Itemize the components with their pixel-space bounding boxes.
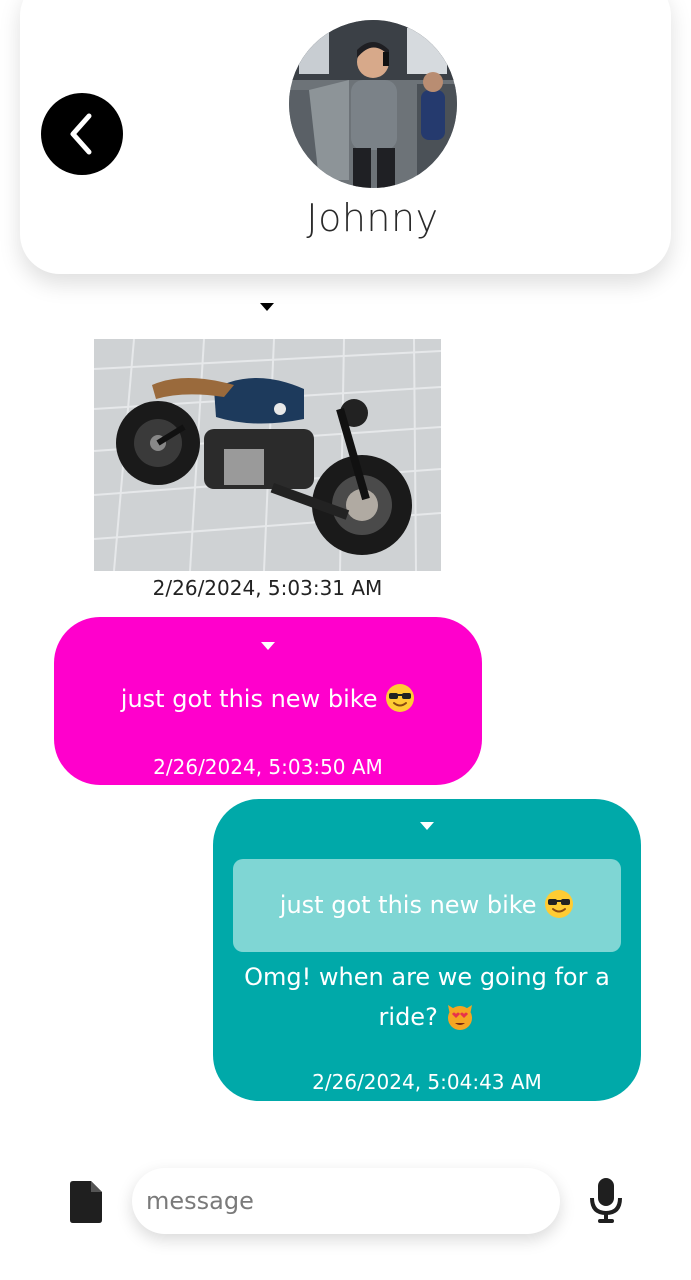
contact-name: Johnny — [306, 196, 439, 240]
image-message[interactable] — [94, 339, 441, 571]
timestamp: 2/26/2024, 5:03:50 AM — [153, 755, 383, 779]
back-button[interactable] — [41, 93, 123, 175]
message-text: just got this new bike — [54, 683, 482, 713]
caret-down-icon[interactable] — [420, 822, 434, 830]
sunglasses-emoji-icon — [386, 684, 415, 712]
message-text: Omg! when are we going for a ride? — [244, 963, 610, 1031]
message-bubble-sent[interactable]: just got this new bike Omg! when are we … — [213, 799, 641, 1101]
chat-header: Johnny — [20, 0, 671, 274]
message-bubble-received[interactable]: just got this new bike 2/26/2024, 5:03:5… — [54, 617, 482, 785]
microphone-icon — [590, 1178, 622, 1223]
microphone-button[interactable] — [589, 1178, 623, 1224]
avatar[interactable] — [289, 20, 457, 188]
message-input-container — [132, 1168, 560, 1234]
caret-down-icon[interactable] — [260, 303, 274, 311]
timestamp: 2/26/2024, 5:03:31 AM — [152, 576, 383, 600]
message-input[interactable] — [132, 1168, 560, 1234]
quoted-message[interactable]: just got this new bike — [233, 859, 621, 952]
sunglasses-emoji-icon — [545, 890, 574, 918]
caret-down-icon[interactable] — [261, 642, 275, 650]
chevron-left-icon — [70, 113, 92, 155]
timestamp: 2/26/2024, 5:04:43 AM — [312, 1070, 542, 1094]
attach-file-button[interactable] — [70, 1181, 102, 1223]
heart-eyes-cat-emoji-icon — [448, 1005, 473, 1030]
quoted-text: just got this new bike — [233, 889, 621, 919]
file-icon — [70, 1181, 102, 1223]
